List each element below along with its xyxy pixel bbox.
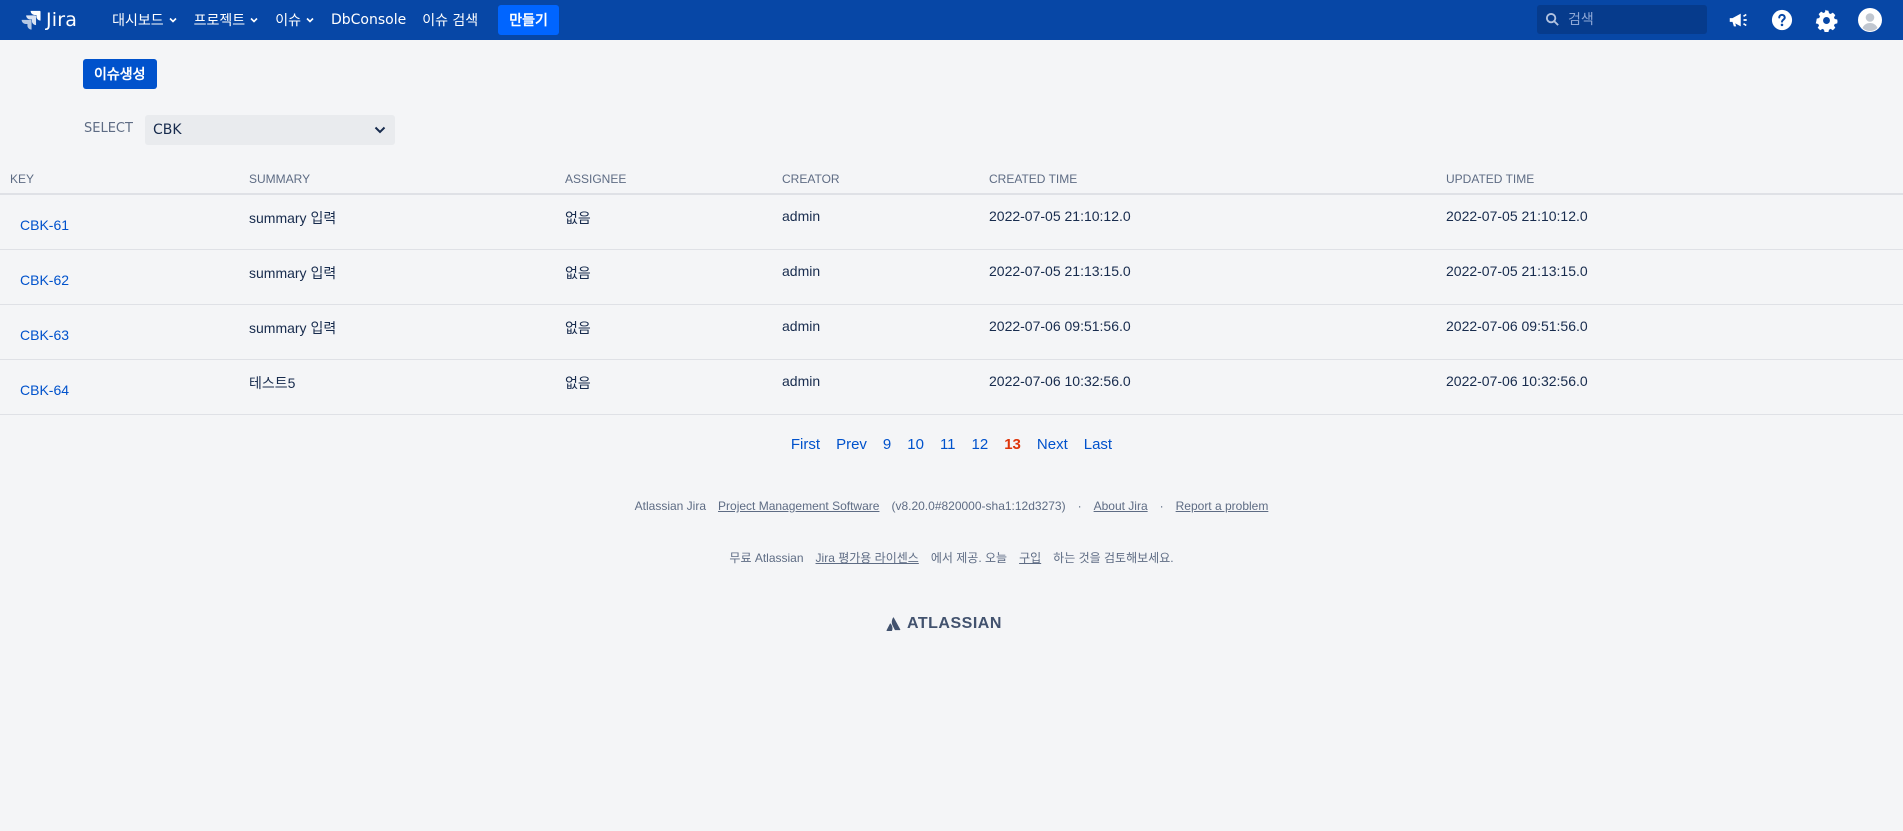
footer-line-2: 무료 Atlassian Jira 평가용 라이센스 에서 제공. 오늘 구입 … — [0, 549, 1903, 566]
updated-time-cell: 2022-07-05 21:10:12.0 — [1446, 208, 1588, 224]
logo-text: Jira — [46, 9, 78, 31]
footer-separator: · — [1159, 499, 1164, 513]
footer-pm-link[interactable]: Project Management Software — [718, 499, 879, 513]
help-icon[interactable] — [1768, 6, 1796, 34]
atlassian-logo-text: ATLASSIAN — [907, 615, 1002, 632]
issue-key-link[interactable]: CBK-61 — [20, 217, 69, 233]
updated-time-cell: 2022-07-05 21:13:15.0 — [1446, 262, 1588, 279]
assignee-cell: 없음 — [565, 374, 591, 391]
summary-cell: 테스트5 — [249, 374, 296, 391]
select-label: SELECT — [84, 121, 133, 136]
nav-dbconsole[interactable]: DbConsole — [323, 4, 414, 36]
header-assignee[interactable]: ASSIGNEE — [565, 164, 782, 195]
issue-key-link[interactable]: CBK-64 — [20, 382, 69, 398]
pagination-page-9[interactable]: 9 — [883, 436, 891, 453]
assignee-cell: 없음 — [565, 210, 591, 226]
pagination-current-page: 13 — [1004, 436, 1021, 453]
nav-dbconsole-label: DbConsole — [330, 12, 407, 28]
nav-projects-label: 프로젝트 — [193, 13, 246, 29]
header-creator[interactable]: CREATOR — [782, 164, 989, 195]
footer-license-middle: 에서 제공. 오늘 — [930, 551, 1008, 565]
created-time-cell: 2022-07-05 21:13:15.0 — [989, 262, 1131, 279]
atlassian-logo-icon — [886, 617, 901, 631]
pagination-last[interactable]: Last — [1084, 436, 1112, 453]
footer-license-prefix: 무료 Atlassian — [729, 551, 804, 565]
summary-cell: summary 입력 — [249, 264, 337, 281]
nav-issues-label: 이슈 — [275, 13, 301, 29]
creator-cell: admin — [782, 372, 821, 389]
nav-issues[interactable]: 이슈 — [267, 4, 323, 36]
search-icon — [1545, 12, 1559, 26]
nav-issue-search-label: 이슈 검색 — [422, 13, 479, 29]
footer-about-link[interactable]: About Jira — [1094, 499, 1148, 513]
footer-line-1: Atlassian Jira Project Management Softwa… — [0, 499, 1903, 513]
nav-dashboards-label: 대시보드 — [112, 13, 164, 29]
issue-create-button[interactable]: 이슈생성 — [83, 59, 157, 89]
jira-logo[interactable]: Jira — [20, 0, 77, 40]
notifications-megaphone-icon[interactable] — [1724, 6, 1752, 34]
footer-license-suffix: 하는 것을 검토해보세요. — [1053, 551, 1174, 565]
table-header-row: KEY SUMMARY ASSIGNEE CREATOR CREATED TIM… — [0, 164, 1903, 195]
created-time-cell: 2022-07-05 21:10:12.0 — [989, 208, 1131, 224]
search-box[interactable] — [1537, 5, 1707, 34]
project-select-value: CBK — [153, 122, 182, 138]
create-button[interactable]: 만들기 — [498, 5, 559, 35]
chevron-down-icon — [169, 17, 177, 23]
pagination-first[interactable]: First — [791, 436, 820, 453]
footer-version: (v8.20.0#820000-sha1:12d3273) — [891, 499, 1066, 513]
table-row: CBK-63 summary 입력 없음 admin 2022-07-06 09… — [0, 304, 1903, 360]
pagination-page-11[interactable]: 11 — [940, 436, 956, 453]
pagination-page-10[interactable]: 10 — [907, 436, 924, 453]
issue-key-link[interactable]: CBK-63 — [20, 327, 69, 343]
question-icon — [1771, 9, 1793, 31]
pagination-prev[interactable]: Prev — [836, 436, 867, 453]
updated-time-cell: 2022-07-06 09:51:56.0 — [1446, 317, 1588, 334]
chevron-down-icon — [306, 17, 314, 23]
jira-logo-icon — [21, 10, 41, 30]
created-time-cell: 2022-07-06 09:51:56.0 — [989, 317, 1131, 334]
search-input[interactable] — [1568, 11, 1698, 28]
settings-gear-icon[interactable] — [1812, 6, 1840, 34]
table-row: CBK-64 테스트5 없음 admin 2022-07-06 10:32:56… — [0, 359, 1903, 415]
megaphone-icon — [1729, 13, 1747, 27]
top-navigation-bar: Jira 대시보드 프로젝트 이슈 DbConsole 이슈 검색 만들기 — [0, 0, 1903, 40]
assignee-cell: 없음 — [565, 264, 591, 281]
footer-buy-link[interactable]: 구입 — [1019, 549, 1041, 566]
header-summary[interactable]: SUMMARY — [249, 164, 565, 195]
pagination-page-12[interactable]: 12 — [972, 436, 989, 453]
footer-product: Atlassian Jira — [634, 499, 707, 513]
pagination: First Prev 9 10 11 12 13 Next Last — [0, 436, 1903, 453]
footer-report-link[interactable]: Report a problem — [1176, 499, 1269, 513]
header-updated-time[interactable]: UPDATED TIME — [1446, 164, 1903, 195]
table-row: CBK-62 summary 입력 없음 admin 2022-07-05 21… — [0, 249, 1903, 305]
chevron-down-icon — [374, 126, 386, 134]
user-avatar-icon[interactable] — [1856, 6, 1884, 34]
summary-cell: summary 입력 — [249, 319, 337, 336]
nav-dashboards[interactable]: 대시보드 — [104, 4, 186, 36]
creator-cell: admin — [782, 262, 821, 279]
header-key[interactable]: KEY — [0, 164, 249, 195]
nav-issue-search[interactable]: 이슈 검색 — [414, 4, 486, 36]
avatar-icon — [1858, 8, 1882, 32]
gear-icon — [1815, 9, 1838, 32]
assignee-cell: 없음 — [565, 319, 591, 336]
nav-projects[interactable]: 프로젝트 — [186, 4, 268, 36]
issue-key-link[interactable]: CBK-62 — [20, 272, 69, 288]
header-created-time[interactable]: CREATED TIME — [989, 164, 1446, 195]
footer-separator: · — [1077, 499, 1082, 513]
footer-license-link[interactable]: Jira 평가용 라이센스 — [816, 549, 919, 566]
creator-cell: admin — [782, 208, 821, 224]
created-time-cell: 2022-07-06 10:32:56.0 — [989, 372, 1131, 389]
summary-cell: summary 입력 — [249, 210, 337, 226]
updated-time-cell: 2022-07-06 10:32:56.0 — [1446, 372, 1588, 389]
chevron-down-icon — [250, 17, 258, 23]
project-select[interactable]: CBK — [145, 115, 395, 145]
pagination-next[interactable]: Next — [1037, 436, 1068, 453]
table-row: CBK-61 summary 입력 없음 admin 2022-07-05 21… — [0, 194, 1903, 250]
issue-table: KEY SUMMARY ASSIGNEE CREATOR CREATED TIM… — [0, 164, 1903, 415]
creator-cell: admin — [782, 317, 821, 334]
atlassian-logo[interactable]: ATLASSIAN — [886, 615, 1002, 633]
